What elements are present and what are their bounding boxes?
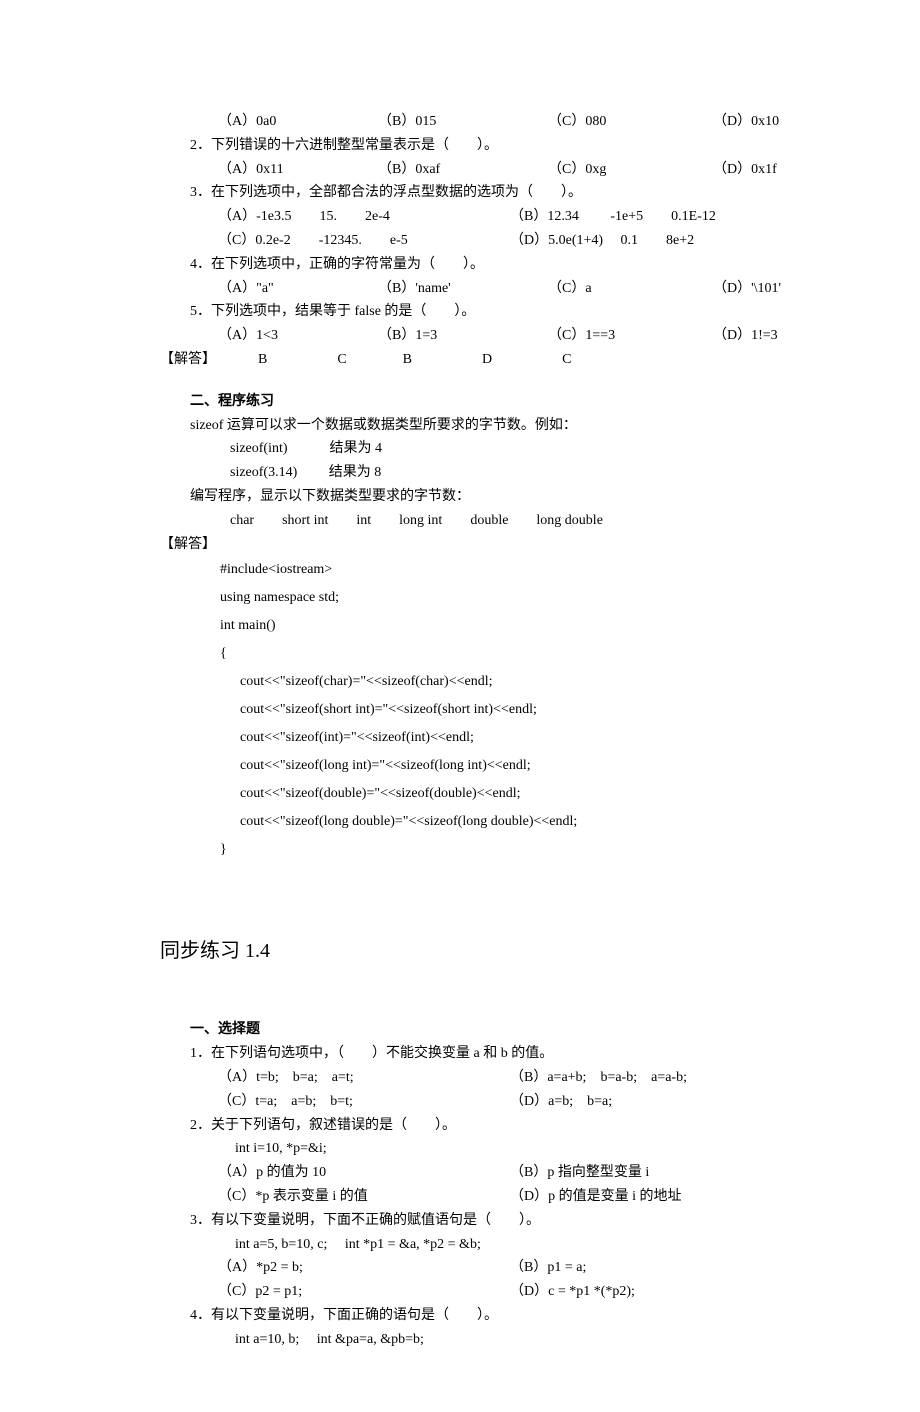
code-line: cout<<"sizeof(long double)="<<sizeof(lon…: [220, 808, 820, 836]
s3-q2-code: int i=10, *p=&i;: [100, 1137, 820, 1161]
opt-a: （A）0x11: [218, 158, 378, 182]
sec2-p5: char short int int long int double long …: [100, 509, 820, 533]
code-line: {: [220, 640, 820, 668]
opt-a: （A）0a0: [218, 110, 378, 134]
q4-options: （A）"a" （B）'name' （C）a （D）'\101': [100, 277, 820, 301]
section-3-title: 一、选择题: [100, 1018, 820, 1042]
s3-q3-opts-1: （A）*p2 = b; （B）p1 = a;: [100, 1256, 820, 1280]
s3-question-1: 1．在下列语句选项中，（ ）不能交换变量 a 和 b 的值。: [100, 1042, 820, 1066]
q3-options-2: （C）0.2e-2 -12345. e-5 （D）5.0e(1+4) 0.1 8…: [100, 229, 820, 253]
opt-a: （A）t=b; b=a; a=t;: [218, 1066, 510, 1090]
opt-c: （C）*p 表示变量 i 的值: [218, 1185, 510, 1209]
question-4: 4．在下列选项中，正确的字符常量为（ ）。: [100, 253, 820, 277]
opt-b: （B）015: [378, 110, 548, 134]
opt-d: （D）c = *p1 *(*p2);: [510, 1280, 635, 1304]
s3-q2-opts-2: （C）*p 表示变量 i 的值 （D）p 的值是变量 i 的地址: [100, 1185, 820, 1209]
code-line: cout<<"sizeof(long int)="<<sizeof(long i…: [220, 752, 820, 780]
s3-question-3: 3．有以下变量说明，下面不正确的赋值语句是（ ）。: [100, 1209, 820, 1233]
opt-c: （C）0xg: [548, 158, 713, 182]
opt-d: （D）a=b; b=a;: [510, 1090, 612, 1114]
opt-d: （D）5.0e(1+4) 0.1 8e+2: [510, 229, 694, 253]
opt-b: （B）p 指向整型变量 i: [510, 1161, 649, 1185]
opt-a: （A）"a": [218, 277, 378, 301]
opt-c: （C）0.2e-2 -12345. e-5: [218, 229, 510, 253]
s3-q1-opts-1: （A）t=b; b=a; a=t; （B）a=a+b; b=a-b; a=a-b…: [100, 1066, 820, 1090]
opt-a: （A）p 的值为 10: [218, 1161, 510, 1185]
opt-c: （C）t=a; a=b; b=t;: [218, 1090, 510, 1114]
question-2: 2．下列错误的十六进制整型常量表示是（ ）。: [100, 134, 820, 158]
opt-a: （A）*p2 = b;: [218, 1256, 510, 1280]
q2-options: （A）0x11 （B）0xaf （C）0xg （D）0x1f: [100, 158, 820, 182]
code-line: }: [220, 836, 820, 864]
answer-values: B C B D C: [216, 348, 571, 372]
question-5: 5．下列选项中，结果等于 false 的是（ ）。: [100, 300, 820, 324]
opt-a: （A）-1e3.5 15. 2e-4: [218, 205, 510, 229]
code-line: cout<<"sizeof(short int)="<<sizeof(short…: [220, 696, 820, 724]
opt-d: （D）p 的值是变量 i 的地址: [510, 1185, 682, 1209]
opt-d: （D）0x10: [713, 110, 779, 134]
code-line: cout<<"sizeof(int)="<<sizeof(int)<<endl;: [220, 724, 820, 752]
exercise-title: 同步练习 1.4: [100, 934, 820, 968]
q1-options: （A）0a0 （B）015 （C）080 （D）0x10: [100, 110, 820, 134]
opt-c: （C）1==3: [548, 324, 713, 348]
answer-label-2: 【解答】: [100, 533, 820, 557]
sec2-p3: sizeof(3.14) 结果为 8: [100, 461, 820, 485]
opt-d: （D）'\101': [713, 277, 781, 301]
answer-row: 【解答】 B C B D C: [100, 348, 820, 372]
section-2-title: 二、程序练习: [100, 390, 820, 414]
opt-b: （B）12.34 -1e+5 0.1E-12: [510, 205, 716, 229]
opt-a: （A）1<3: [218, 324, 378, 348]
s3-question-2: 2．关于下列语句，叙述错误的是（ ）。: [100, 1114, 820, 1138]
s3-question-4: 4．有以下变量说明，下面正确的语句是（ ）。: [100, 1304, 820, 1328]
opt-c: （C）080: [548, 110, 713, 134]
s3-q2-opts-1: （A）p 的值为 10 （B）p 指向整型变量 i: [100, 1161, 820, 1185]
s3-q4-code: int a=10, b; int &pa=a, &pb=b;: [100, 1328, 820, 1352]
s3-q1-opts-2: （C）t=a; a=b; b=t; （D）a=b; b=a;: [100, 1090, 820, 1114]
code-line: cout<<"sizeof(char)="<<sizeof(char)<<end…: [220, 668, 820, 696]
s3-q3-code: int a=5, b=10, c; int *p1 = &a, *p2 = &b…: [100, 1233, 820, 1257]
opt-b: （B）'name': [378, 277, 548, 301]
opt-b: （B）p1 = a;: [510, 1256, 586, 1280]
answer-label: 【解答】: [160, 348, 216, 372]
code-block: #include<iostream> using namespace std; …: [100, 556, 820, 864]
sec2-p1: sizeof 运算可以求一个数据或数据类型所要求的字节数。例如：: [100, 414, 820, 438]
opt-c: （C）p2 = p1;: [218, 1280, 510, 1304]
opt-d: （D）0x1f: [713, 158, 777, 182]
opt-b: （B）1=3: [378, 324, 548, 348]
s3-q3-opts-2: （C）p2 = p1; （D）c = *p1 *(*p2);: [100, 1280, 820, 1304]
opt-b: （B）0xaf: [378, 158, 548, 182]
q5-options: （A）1<3 （B）1=3 （C）1==3 （D）1!=3: [100, 324, 820, 348]
opt-d: （D）1!=3: [713, 324, 778, 348]
code-line: cout<<"sizeof(double)="<<sizeof(double)<…: [220, 780, 820, 808]
sec2-p2: sizeof(int) 结果为 4: [100, 437, 820, 461]
opt-b: （B）a=a+b; b=a-b; a=a-b;: [510, 1066, 687, 1090]
opt-c: （C）a: [548, 277, 713, 301]
code-line: int main(): [220, 612, 820, 640]
code-line: #include<iostream>: [220, 556, 820, 584]
sec2-p4: 编写程序，显示以下数据类型要求的字节数：: [100, 485, 820, 509]
q3-options-1: （A）-1e3.5 15. 2e-4 （B）12.34 -1e+5 0.1E-1…: [100, 205, 820, 229]
code-line: using namespace std;: [220, 584, 820, 612]
question-3: 3．在下列选项中，全部都合法的浮点型数据的选项为（ ）。: [100, 181, 820, 205]
